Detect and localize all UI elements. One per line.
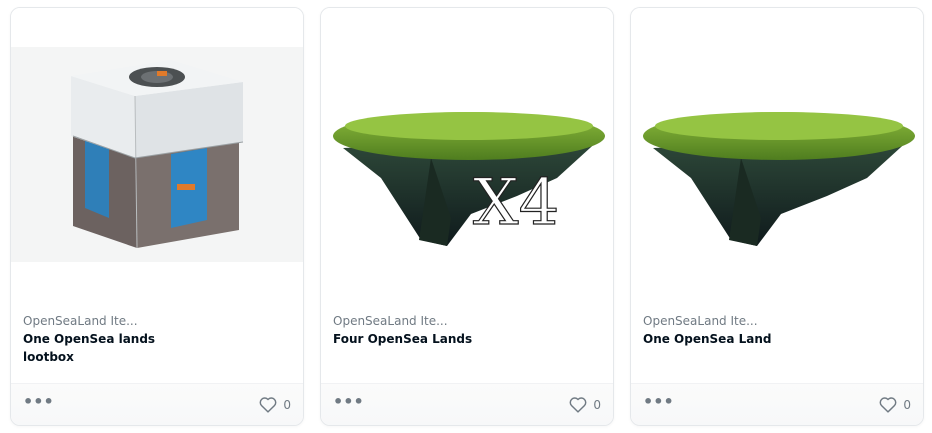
asset-name[interactable]: One OpenSea lands lootbox (23, 330, 173, 366)
x4-badge: X4 (473, 166, 559, 240)
collection-name[interactable]: OpenSeaLand Ite... (23, 313, 291, 329)
asset-name[interactable]: Four OpenSea Lands (333, 330, 483, 348)
asset-info: OpenSeaLand Ite... One OpenSea Land (643, 313, 911, 348)
favorite-button[interactable]: 0 (259, 395, 291, 415)
asset-name[interactable]: One OpenSea Land (643, 330, 793, 348)
lootbox-image (11, 47, 303, 262)
card-footer: ••• 0 (11, 383, 303, 425)
asset-image-island-x4[interactable]: X4 (321, 8, 613, 298)
favorite-count: 0 (283, 398, 291, 412)
asset-info: OpenSeaLand Ite... One OpenSea lands loo… (23, 313, 291, 366)
more-options-icon[interactable]: ••• (643, 394, 674, 412)
more-options-icon[interactable]: ••• (333, 394, 364, 412)
favorite-count: 0 (593, 398, 601, 412)
asset-image-lootbox[interactable] (11, 8, 303, 298)
favorite-count: 0 (903, 398, 911, 412)
asset-card[interactable]: X4 OpenSeaLand Ite... Four OpenSea Lands… (320, 7, 614, 426)
more-options-icon[interactable]: ••• (23, 394, 54, 412)
asset-info: OpenSeaLand Ite... Four OpenSea Lands (333, 313, 601, 348)
heart-icon (879, 397, 897, 413)
asset-card[interactable]: OpenSeaLand Ite... One OpenSea Land ••• … (630, 7, 924, 426)
floating-island-x4-image: X4 (333, 112, 605, 246)
heart-icon (569, 397, 587, 413)
asset-card[interactable]: OpenSeaLand Ite... One OpenSea lands loo… (10, 7, 304, 426)
asset-grid: OpenSeaLand Ite... One OpenSea lands loo… (0, 0, 932, 433)
heart-icon (259, 397, 277, 413)
favorite-button[interactable]: 0 (569, 395, 601, 415)
card-footer: ••• 0 (631, 383, 923, 425)
floating-island-image (643, 112, 915, 246)
favorite-button[interactable]: 0 (879, 395, 911, 415)
collection-name[interactable]: OpenSeaLand Ite... (643, 313, 911, 329)
asset-image-island[interactable] (631, 8, 923, 298)
collection-name[interactable]: OpenSeaLand Ite... (333, 313, 601, 329)
card-footer: ••• 0 (321, 383, 613, 425)
